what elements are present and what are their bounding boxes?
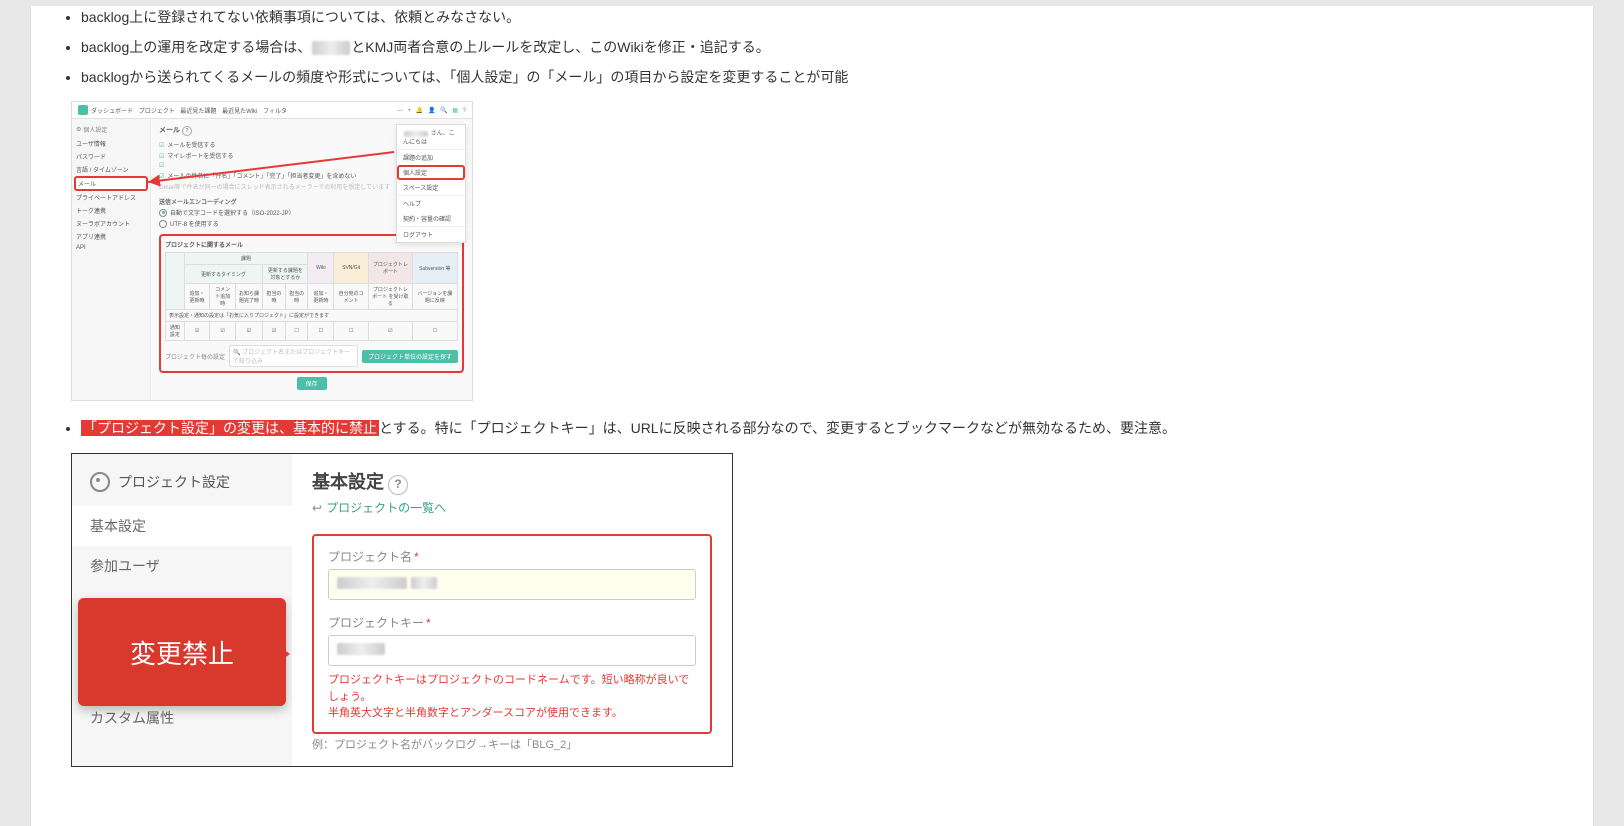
help-icon: ? [182,126,192,136]
project-name-input [328,569,696,600]
dropdown-item: 契約・容量の確認 [397,211,465,227]
sidebar-item: プライベートアドレス [76,191,146,204]
gear-icon [90,472,110,492]
sidebar-item-mail: メール [74,176,148,191]
radio-icon [159,220,167,228]
checkbox-icon: ☑ [159,143,164,149]
app-logo-icon [78,105,88,115]
project-settings-screenshot: プロジェクト設定 基本設定 参加ユーザ テーマ カスタム属性 基本設定? プロジ… [71,453,733,767]
plus-icon: + [408,108,412,114]
sidebar-item-basic: 基本設定 [72,506,292,546]
sidebar-item-users: 参加ユーザ [72,546,292,586]
rule-list-2: 「プロジェクト設定」の変更は、基本的に禁止とする。特に「プロジェクトキー」は、U… [81,417,1563,441]
dropdown-item: スペース設定 [397,180,465,196]
project-mail-table: 課題 Wiki SVN/Git プロジェクトレポート Subversion 等 … [165,252,458,341]
dropdown-item-personal-settings: 個人設定 [397,165,465,180]
sidebar-item: ユーザ情報 [76,137,146,150]
warning-highlight: 「プロジェクト設定」の変更は、基本的に禁止 [81,420,379,436]
project-mail-box: プロジェクトに関するメール 課題 Wiki SVN/Git プロジェクトレポート… [159,234,464,373]
checkbox-icon: ☑ [159,154,164,160]
mail-sidebar: ⚙個人設定 ユーザ情報 パスワード 言語 / タイムゾーン メール プライベート… [72,119,151,400]
user-icon: 👤 [428,108,435,114]
bell-icon: 🔔 [416,108,423,114]
mail-settings-screenshot: ダッシュボード プロジェクト 最近見た課題 最近見たWiki フィルタ — + … [71,101,473,401]
sidebar-item: 言語 / タイムゾーン [76,163,146,176]
gear-icon: ⚙ [76,126,81,133]
checkbox-icon: ☑ [159,163,164,169]
sidebar-item: パスワード [76,150,146,163]
dropdown-item: ログアウト [397,227,465,242]
rule-item: backlog上に登録されてない依頼事項については、依頼とみなさない。 [81,6,1563,30]
proj-main: 基本設定? プロジェクトの一覧へ プロジェクト名* プロジェクトキー* プロジェ… [292,454,732,766]
sidebar-item: アプリ連携 [76,230,146,243]
do-not-change-callout: 変更禁止 [78,598,286,706]
back-to-projects-link: プロジェクトの一覧へ [312,499,712,516]
grid-icon: ▦ [452,108,458,114]
sidebar-item: トーク連携 [76,204,146,217]
sidebar-item: ヌーラボアカウント [76,217,146,230]
project-key-input [328,635,696,666]
search-projects-button: プロジェクト単位の設定を探す [362,350,458,363]
rule-list: backlog上に登録されてない依頼事項については、依頼とみなさない。 back… [81,6,1563,89]
rule-item: backlog上の運用を改定する場合は、とKMJ両者合意の上ルールを改定し、この… [81,36,1563,60]
search-icon: 🔍 [440,108,447,114]
dropdown-greeting: さん、こんにちは [397,125,465,150]
dropdown-item: ヘルプ [397,196,465,211]
top-icons: — + 🔔 👤 🔍 ▦ ? [394,107,466,114]
redacted [312,41,350,55]
radio-icon [159,209,167,217]
locked-fields-box: プロジェクト名* プロジェクトキー* プロジェクトキーはプロジェクトのコードネー… [312,534,712,734]
checkbox-icon: ☑ [159,174,164,180]
help-icon: ? [463,108,466,114]
save-button: 保存 [297,377,327,390]
dropdown-item: 課題の追加 [397,150,465,165]
sidebar-item: API [76,243,146,253]
help-icon: ? [388,475,408,495]
dash-icon: — [397,108,403,114]
example-note: 例：プロジェクト名がバックログ→キーは「BLG_2」 [312,736,712,752]
rule-item: backlogから送られてくるメールの頻度や形式については、「個人設定」の「メー… [81,66,1563,90]
project-key-note: プロジェクトキーはプロジェクトのコードネームです。短い略称が良いでしょう。 半角… [328,672,696,722]
rule-item: 「プロジェクト設定」の変更は、基本的に禁止とする。特に「プロジェクトキー」は、U… [81,417,1563,441]
user-dropdown: さん、こんにちは 課題の追加 個人設定 スペース設定 ヘルプ 契約・容量の確認 … [396,124,466,243]
top-menu: ダッシュボード プロジェクト 最近見た課題 最近見たWiki フィルタ [91,106,291,115]
